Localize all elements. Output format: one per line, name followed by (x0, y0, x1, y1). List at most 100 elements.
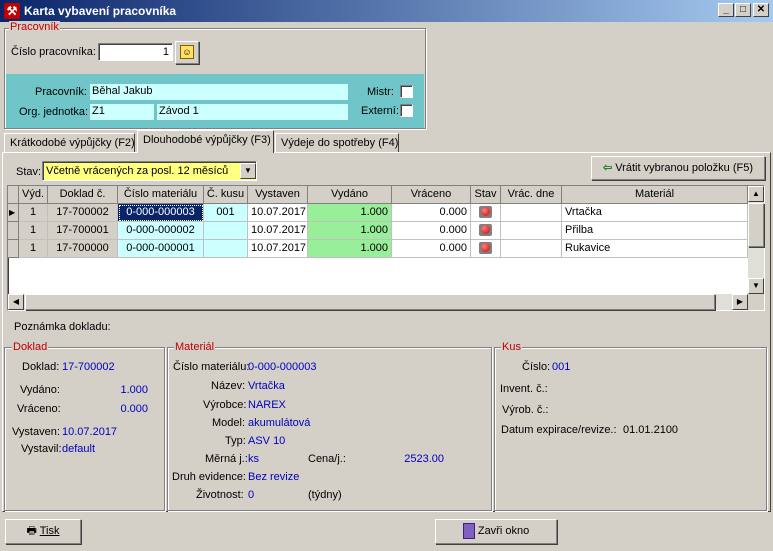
table-cell[interactable]: 0-000-000001 (118, 240, 204, 258)
vertical-scroll-thumb[interactable] (748, 203, 764, 247)
col-header-material[interactable]: Materiál (562, 186, 748, 204)
stav-select[interactable]: Včetně vrácených za posl. 12 měsíců ▼ (42, 161, 257, 181)
table-cell[interactable]: 10.07.2017 (248, 222, 308, 240)
pracovnik-label: Pracovník: (35, 86, 87, 98)
col-header-vyd[interactable]: Výd. (19, 186, 48, 204)
tisk-button-label: Tisk (39, 525, 60, 537)
table-cell[interactable]: 17-700000 (48, 240, 118, 258)
kus-cislo-label: Číslo: (522, 361, 551, 373)
table-cell[interactable]: 0.000 (392, 222, 471, 240)
cislo-pracovnika-input[interactable]: 1 (98, 43, 173, 61)
horizontal-scrollbar[interactable]: ◀ ▶ (8, 294, 748, 310)
tab-vydeje[interactable]: Výdeje do spotřeby (F4) (275, 133, 399, 152)
row-header (8, 222, 19, 240)
model-value: akumulátová (248, 417, 311, 429)
table-cell[interactable] (501, 222, 562, 240)
table-cell[interactable]: 1 (19, 240, 48, 258)
vyrobce-value: NAREX (248, 399, 286, 411)
table-cell[interactable]: Vrtačka (562, 204, 748, 222)
mistr-label: Mistr: (367, 86, 394, 98)
chevron-down-icon[interactable]: ▼ (240, 163, 256, 179)
druh-evidence-label: Druh evidence: (172, 471, 246, 483)
material-cislo-value: 0-000-000003 (248, 361, 317, 373)
scroll-right-icon[interactable]: ▶ (732, 294, 748, 310)
status-red-icon (479, 224, 492, 236)
invent-label: Invent. č.: (500, 383, 548, 395)
minimize-button[interactable]: _ (718, 3, 734, 17)
col-header-cislo-materialu[interactable]: Číslo materiálu (118, 186, 204, 204)
col-header-kus[interactable]: Č. kusu (204, 186, 248, 204)
tisk-button[interactable]: 🖶 Tisk (5, 519, 81, 544)
table-cell[interactable] (501, 240, 562, 258)
doklad-value: 17-700002 (62, 361, 115, 373)
table-cell[interactable] (471, 240, 501, 258)
externi-label: Externí: (361, 105, 399, 117)
vypujcky-table[interactable]: Výd. Doklad č. Číslo materiálu Č. kusu V… (7, 185, 765, 311)
table-cell[interactable]: 0-000-000002 (118, 222, 204, 240)
mistr-checkbox[interactable] (400, 85, 413, 98)
status-red-icon (479, 206, 492, 218)
close-button[interactable]: ✕ (753, 3, 769, 17)
table-cell[interactable]: 1.000 (308, 240, 392, 258)
maximize-button[interactable]: □ (735, 3, 751, 17)
row-header-corner (8, 186, 19, 204)
vratit-button[interactable]: ⇦ Vrátit vybranou položku (F5) (591, 156, 765, 180)
return-arrow-icon: ⇦ (602, 162, 613, 174)
table-cell[interactable]: 001 (204, 204, 248, 222)
col-header-doklad[interactable]: Doklad č. (48, 186, 118, 204)
pracovnik-group-title: Pracovník (9, 21, 60, 33)
vystavil-label: Vystavil: (21, 443, 62, 455)
col-header-vystaven[interactable]: Vystaven (248, 186, 308, 204)
org-code-value: Z1 (90, 104, 154, 120)
scroll-down-icon[interactable]: ▼ (748, 278, 764, 294)
table-cell[interactable]: Rukavice (562, 240, 748, 258)
table-cell[interactable]: 17-700001 (48, 222, 118, 240)
kus-cislo-value: 001 (552, 361, 571, 373)
col-header-stav[interactable]: Stav (471, 186, 501, 204)
datum-expirace-label: Datum expirace/revize.: (501, 424, 617, 436)
scroll-up-icon[interactable]: ▲ (748, 186, 764, 202)
window-title: Karta vybavení pracovníka (24, 4, 177, 18)
zivotnost-label: Životnost: (196, 489, 244, 501)
table-cell[interactable]: 1 (19, 204, 48, 222)
table-cell[interactable]: 1.000 (308, 222, 392, 240)
table-cell[interactable]: 0.000 (392, 204, 471, 222)
table-cell[interactable] (471, 222, 501, 240)
table-cell[interactable]: 17-700002 (48, 204, 118, 222)
typ-label: Typ: (225, 435, 246, 447)
vydano-value: 1.000 (120, 384, 148, 396)
externi-checkbox[interactable] (400, 104, 413, 117)
col-header-vraceno[interactable]: Vráceno (392, 186, 471, 204)
table-cell[interactable] (204, 240, 248, 258)
table-cell[interactable]: 0.000 (392, 240, 471, 258)
col-header-vrac-dne[interactable]: Vrác. dne (501, 186, 562, 204)
model-label: Model: (212, 417, 246, 429)
material-group-title: Materiál (174, 341, 216, 353)
vraceno-value: 0.000 (120, 403, 148, 415)
table-cell[interactable] (204, 222, 248, 240)
exit-door-icon (462, 523, 475, 540)
tab-kratkodobe[interactable]: Krátkodobé výpůjčky (F2) (4, 133, 135, 152)
lookup-button[interactable]: ☺ (175, 41, 199, 64)
table-cell[interactable] (501, 204, 562, 222)
row-pointer-icon: ▶ (8, 204, 19, 222)
scroll-left-icon[interactable]: ◀ (8, 294, 24, 310)
tab-dlouhodobe[interactable]: Dlouhodobé výpůjčky (F3) (137, 130, 274, 153)
merna-label: Měrná j.: (205, 453, 248, 465)
kus-group-title: Kus (501, 341, 522, 353)
table-cell-selected[interactable]: 0-000-000003 (118, 204, 204, 222)
horizontal-scroll-thumb[interactable] (25, 294, 715, 310)
table-cell[interactable]: 10.07.2017 (248, 240, 308, 258)
zivotnost-unit: (týdny) (308, 489, 342, 501)
zavri-okno-button[interactable]: Zavři okno (435, 519, 557, 544)
vertical-scrollbar[interactable]: ▲ ▼ (748, 186, 764, 294)
table-cell[interactable] (471, 204, 501, 222)
table-cell[interactable]: 1 (19, 222, 48, 240)
stav-label: Stav: (16, 166, 42, 178)
vydano-label: Vydáno: (20, 384, 60, 396)
col-header-vydano[interactable]: Vydáno (308, 186, 392, 204)
table-cell[interactable]: 1.000 (308, 204, 392, 222)
table-cell[interactable]: Přilba (562, 222, 748, 240)
vyrobce-label: Výrobce: (203, 399, 247, 411)
table-cell[interactable]: 10.07.2017 (248, 204, 308, 222)
